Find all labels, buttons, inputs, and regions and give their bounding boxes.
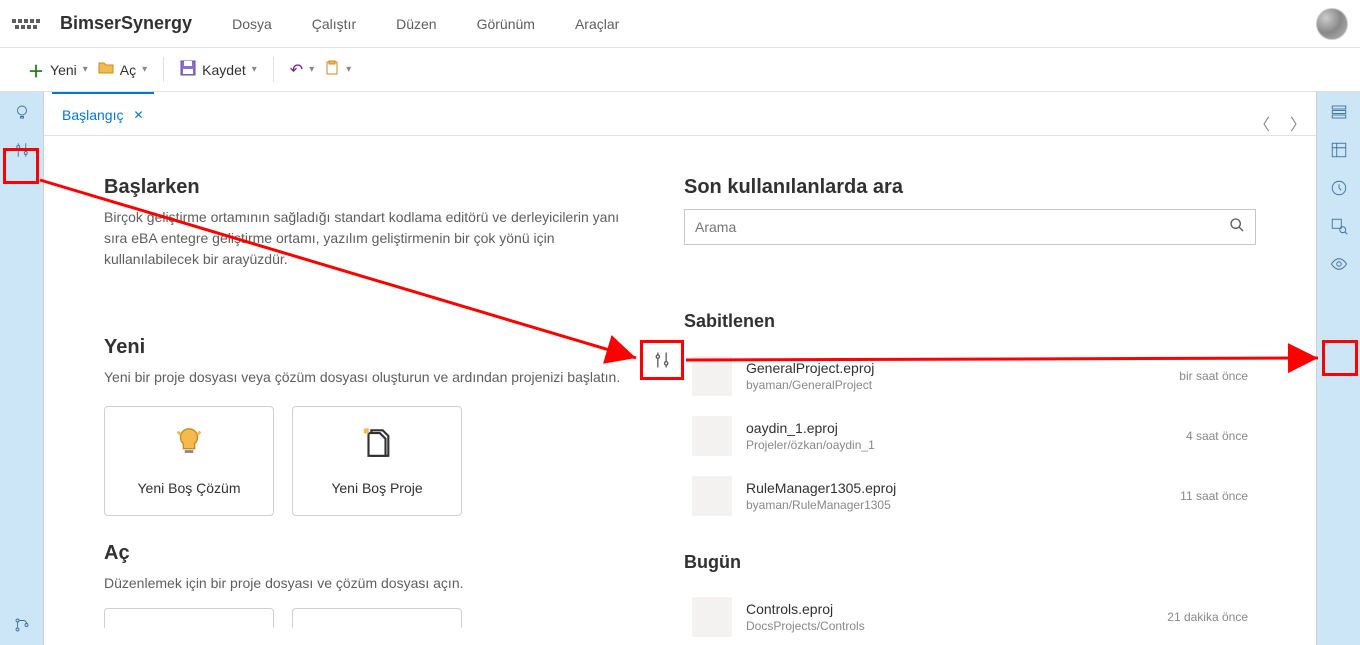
- page-icon: [360, 426, 394, 468]
- chevron-down-icon: ▾: [252, 64, 257, 75]
- brand-label: BimserSynergy: [60, 13, 192, 34]
- project-item[interactable]: oaydin_1.eproj Projeler/özkan/oaydin_1 4…: [684, 406, 1256, 466]
- properties-icon[interactable]: [1329, 140, 1349, 160]
- annotation-box: [1322, 340, 1358, 376]
- new-tiles: Yeni Boş Çözüm Yeni Boş Proje: [104, 406, 624, 516]
- open-title: Aç: [104, 542, 624, 565]
- recent-title: Son kullanılanlarda ara: [684, 176, 1256, 199]
- project-thumb: [692, 416, 732, 456]
- project-path: byaman/RuleManager1305: [746, 498, 1180, 512]
- project-time: bir saat önce: [1179, 369, 1248, 383]
- main-menu: Dosya Çalıştır Düzen Görünüm Araçlar: [232, 16, 619, 32]
- waffle-icon[interactable]: [12, 10, 40, 38]
- menu-bar: BimserSynergy Dosya Çalıştır Düzen Görün…: [0, 0, 1360, 48]
- save-button[interactable]: Kaydet ▾: [180, 60, 257, 79]
- project-item[interactable]: RuleManager1305.eproj byaman/RuleManager…: [684, 466, 1256, 526]
- chevron-down-icon: ▾: [309, 64, 314, 75]
- project-path: Projeler/özkan/oaydin_1: [746, 438, 1186, 452]
- new-title: Yeni: [104, 336, 624, 359]
- new-empty-solution-tile[interactable]: Yeni Boş Çözüm: [104, 406, 274, 516]
- recent-search[interactable]: [684, 209, 1256, 245]
- user-avatar[interactable]: [1316, 8, 1348, 40]
- bulb-icon: [172, 426, 206, 468]
- open-button[interactable]: Aç ▾: [98, 60, 147, 79]
- save-icon: [180, 60, 196, 79]
- command-bar: ＋ Yeni ▾ Aç ▾ Kaydet ▾ ↶ ▾: [0, 48, 1360, 92]
- tab-prev-button[interactable]: 〈: [1254, 111, 1270, 135]
- open-desc: Düzenlemek için bir proje dosyası ve çöz…: [104, 573, 624, 594]
- search-icon[interactable]: [1229, 217, 1245, 238]
- project-name: Controls.eproj: [746, 601, 1167, 617]
- chevron-down-icon: ▾: [83, 64, 88, 75]
- tab-navigation: 〈 〉: [1254, 111, 1316, 135]
- getting-started-title: Başlarken: [104, 176, 624, 199]
- pinned-title: Sabitlenen: [684, 311, 1256, 332]
- search-input[interactable]: [695, 219, 1229, 235]
- new-label: Yeni: [50, 62, 77, 78]
- project-thumb: [692, 356, 732, 396]
- today-list: Controls.eproj DocsProjects/Controls 21 …: [684, 587, 1256, 645]
- project-time: 4 saat önce: [1186, 429, 1248, 443]
- annotation-box: [3, 148, 39, 184]
- plus-icon: ＋: [28, 58, 44, 82]
- new-desc: Yeni bir proje dosyası veya çözüm dosyas…: [104, 367, 624, 388]
- tab-label: Başlangıç: [62, 107, 123, 123]
- folder-icon: [98, 60, 114, 79]
- tile-label: Yeni Boş Proje: [331, 480, 422, 496]
- history-icon[interactable]: [1329, 178, 1349, 198]
- panel-icon[interactable]: [1329, 102, 1349, 122]
- project-path: byaman/GeneralProject: [746, 378, 1179, 392]
- menu-tools[interactable]: Araçlar: [575, 16, 619, 32]
- view-icon[interactable]: [1329, 254, 1349, 274]
- menu-view[interactable]: Görünüm: [477, 16, 535, 32]
- branch-icon[interactable]: [12, 615, 32, 635]
- project-time: 21 dakika önce: [1167, 610, 1248, 624]
- project-thumb: [692, 597, 732, 637]
- project-item[interactable]: GeneralProject.eproj byaman/GeneralProje…: [684, 346, 1256, 406]
- tab-strip: Başlangıç ✕ 〈 〉: [44, 92, 1316, 136]
- today-title: Bugün: [684, 552, 1256, 573]
- chevron-down-icon: ▾: [346, 64, 351, 75]
- new-empty-project-tile[interactable]: Yeni Boş Proje: [292, 406, 462, 516]
- project-name: oaydin_1.eproj: [746, 420, 1186, 436]
- undo-button[interactable]: ↶ ▾: [290, 60, 314, 80]
- undo-icon: ↶: [290, 60, 303, 80]
- open-tile-1[interactable]: [104, 608, 274, 628]
- open-tiles: [104, 608, 624, 628]
- search-panel-icon[interactable]: [1329, 216, 1349, 236]
- new-button[interactable]: ＋ Yeni ▾: [28, 58, 88, 82]
- menu-file[interactable]: Dosya: [232, 16, 272, 32]
- project-name: GeneralProject.eproj: [746, 360, 1179, 376]
- hint-icon[interactable]: [12, 102, 32, 122]
- tab-start[interactable]: Başlangıç ✕: [52, 92, 154, 135]
- pinned-list: GeneralProject.eproj byaman/GeneralProje…: [684, 346, 1256, 526]
- getting-started-desc: Birçok geliştirme ortamının sağladığı st…: [104, 207, 624, 270]
- open-tile-2[interactable]: [292, 608, 462, 628]
- menu-edit[interactable]: Düzen: [396, 16, 436, 32]
- tile-label: Yeni Boş Çözüm: [138, 480, 241, 496]
- close-icon[interactable]: ✕: [133, 108, 143, 122]
- project-item[interactable]: Controls.eproj DocsProjects/Controls 21 …: [684, 587, 1256, 645]
- blank-panel-icon[interactable]: [1329, 292, 1349, 312]
- project-name: RuleManager1305.eproj: [746, 480, 1180, 496]
- menu-run[interactable]: Çalıştır: [312, 16, 356, 32]
- project-time: 11 saat önce: [1180, 489, 1248, 503]
- paste-button[interactable]: ▾: [324, 60, 351, 79]
- tab-next-button[interactable]: 〉: [1290, 111, 1306, 135]
- clipboard-icon: [324, 60, 340, 79]
- open-label: Aç: [120, 62, 136, 78]
- start-right-column: Son kullanılanlarda ara Sabitlenen Gener…: [664, 136, 1316, 645]
- chevron-down-icon: ▾: [142, 64, 147, 75]
- tools-icon: [652, 350, 672, 375]
- start-left-column: Başlarken Birçok geliştirme ortamının sa…: [44, 136, 664, 645]
- start-page: Başlarken Birçok geliştirme ortamının sa…: [44, 136, 1316, 645]
- save-label: Kaydet: [202, 62, 246, 78]
- project-thumb: [692, 476, 732, 516]
- project-path: DocsProjects/Controls: [746, 619, 1167, 633]
